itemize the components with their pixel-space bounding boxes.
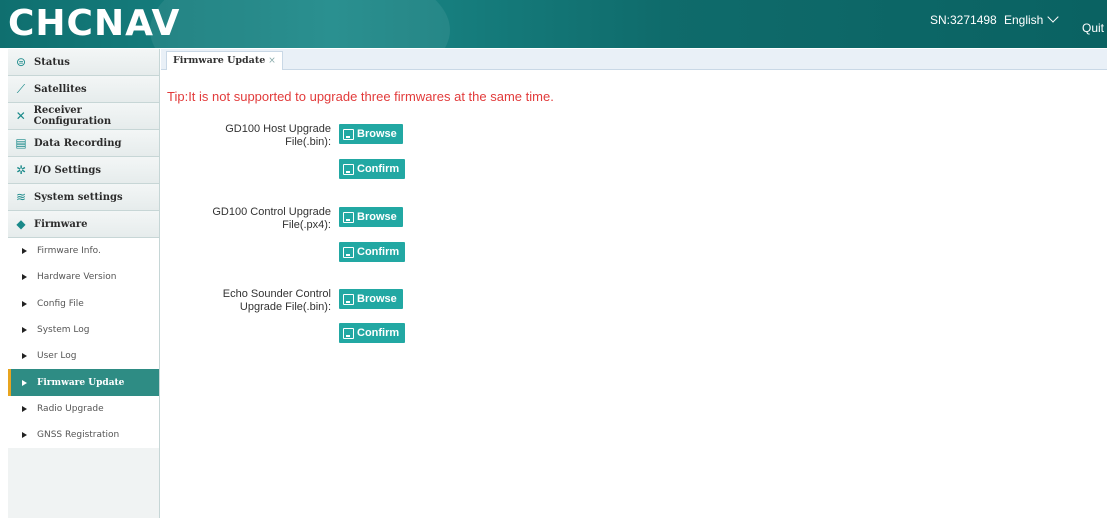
file-icon [343, 293, 354, 305]
submenu-item-config-file[interactable]: Config File [8, 291, 159, 317]
button-label: Browse [357, 128, 397, 140]
submenu-item-label: Radio Upgrade [37, 403, 104, 414]
submenu-item-hardware-version[interactable]: Hardware Version [8, 264, 159, 290]
caret-right-icon [22, 327, 27, 334]
logo: CHCNAV [8, 3, 181, 44]
sidebar-item-label: Satellites [34, 83, 87, 95]
submenu-item-radio-upgrade[interactable]: Radio Upgrade [8, 396, 159, 422]
label-line: File(.bin): [285, 136, 331, 148]
label-line: Echo Sounder Control [222, 288, 331, 300]
serial-number: SN:3271498 [930, 13, 997, 27]
button-label: Confirm [357, 246, 400, 258]
file-icon [343, 327, 354, 339]
status-icon: ⊜ [15, 55, 27, 69]
submenu-item-label: Hardware Version [37, 272, 117, 283]
sidebar-item-label: System settings [34, 191, 123, 203]
close-icon[interactable]: × [268, 56, 276, 66]
submenu-item-label: GNSS Registration [37, 430, 120, 441]
echo-confirm-button[interactable]: Confirm [339, 323, 406, 343]
button-label: Confirm [357, 163, 400, 175]
file-icon [343, 163, 354, 175]
submenu-item-user-log[interactable]: User Log [8, 343, 159, 369]
tab-strip: Firmware Update × [161, 49, 1107, 70]
sidebar-item-receiver-configuration[interactable]: ✕ Receiver Configuration [8, 103, 159, 130]
echo-sounder-upgrade-label: Echo Sounder Control Upgrade File(.bin): [161, 288, 331, 314]
language-label: English [1004, 13, 1044, 27]
tools-icon: ✕ [15, 109, 26, 123]
label-line: File(.px4): [282, 219, 331, 231]
host-confirm-button[interactable]: Confirm [339, 159, 406, 179]
chevron-down-icon [1047, 11, 1060, 23]
wifi-icon: ≋ [15, 190, 27, 204]
sidebar-item-label: Data Recording [34, 137, 122, 149]
control-browse-button[interactable]: Browse [339, 207, 403, 227]
button-label: Browse [357, 293, 397, 305]
sidebar-item-system-settings[interactable]: ≋ System settings [8, 184, 159, 211]
label-line: Upgrade File(.bin): [239, 301, 331, 313]
header-decoration [150, 0, 450, 48]
sidebar-item-firmware[interactable]: ◆ Firmware [8, 211, 159, 238]
sidebar-item-status[interactable]: ⊜ Status [8, 49, 159, 76]
caret-right-icon [22, 379, 27, 386]
tab-firmware-update[interactable]: Firmware Update × [166, 51, 283, 70]
submenu-item-firmware-update[interactable]: Firmware Update [8, 369, 159, 396]
sidebar-item-satellites[interactable]: ⟋ Satellites [8, 76, 159, 103]
button-label: Browse [357, 211, 397, 223]
submenu-item-system-log[interactable]: System Log [8, 317, 159, 343]
satellite-icon: ⟋ [16, 81, 26, 96]
sidebar-item-label: Receiver Configuration [33, 105, 112, 127]
submenu-item-gnss-registration[interactable]: GNSS Registration [8, 422, 159, 448]
caret-right-icon [22, 353, 27, 360]
caret-right-icon [22, 248, 27, 255]
sidebar: ⊜ Status ⟋ Satellites ✕ Receiver Configu… [8, 49, 160, 518]
submenu-item-firmware-info[interactable]: Firmware Info. [8, 238, 159, 264]
tab-label: Firmware Update [173, 55, 266, 66]
sidebar-item-data-recording[interactable]: ▤ Data Recording [8, 130, 159, 157]
file-icon [343, 211, 354, 223]
tip-message: Tip:It is not supported to upgrade three… [167, 89, 554, 104]
caret-right-icon [22, 274, 27, 281]
control-upgrade-label: GD100 Control Upgrade File(.px4): [161, 206, 331, 232]
caret-right-icon [22, 405, 27, 412]
firmware-icon: ◆ [16, 217, 26, 231]
caret-right-icon [22, 432, 27, 439]
label-line: GD100 Host Upgrade [225, 123, 331, 135]
submenu-item-label: System Log [37, 325, 90, 336]
language-selector[interactable]: English [1004, 11, 1060, 27]
firmware-submenu: Firmware Info. Hardware Version Config F… [8, 238, 159, 449]
top-header: CHCNAV SN:3271498 English Quit [0, 0, 1107, 48]
submenu-item-label: Firmware Info. [37, 246, 101, 257]
sidebar-item-label: I/O Settings [34, 164, 102, 176]
host-browse-button[interactable]: Browse [339, 124, 403, 144]
submenu-item-label: Firmware Update [37, 377, 125, 388]
submenu-item-label: User Log [37, 351, 77, 362]
button-label: Confirm [357, 327, 400, 339]
gear-icon: ✲ [15, 163, 27, 177]
control-confirm-button[interactable]: Confirm [339, 242, 406, 262]
sidebar-item-io-settings[interactable]: ✲ I/O Settings [8, 157, 159, 184]
label-line: GD100 Control Upgrade [212, 206, 331, 218]
host-upgrade-label: GD100 Host Upgrade File(.bin): [161, 123, 331, 149]
sidebar-item-label: Status [34, 56, 70, 68]
file-icon [343, 128, 354, 140]
caret-right-icon [22, 300, 27, 307]
record-icon: ▤ [15, 136, 27, 150]
quit-button[interactable]: Quit [1082, 21, 1104, 35]
sidebar-item-label: Firmware [34, 218, 88, 230]
file-icon [343, 246, 354, 258]
submenu-item-label: Config File [37, 298, 84, 309]
echo-browse-button[interactable]: Browse [339, 289, 403, 309]
